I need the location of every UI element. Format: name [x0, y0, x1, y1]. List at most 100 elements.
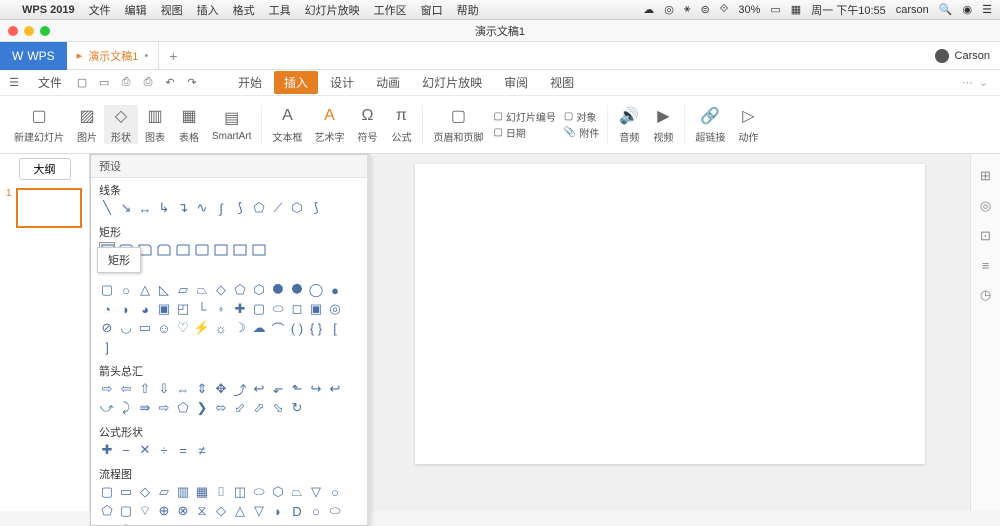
- shape-snip-round[interactable]: [175, 242, 191, 258]
- shape-arrow-circular[interactable]: ↻: [289, 400, 305, 416]
- shape-fc-summing[interactable]: ⊕: [156, 503, 172, 519]
- shape-arrow-callout-l[interactable]: ⬃: [232, 400, 248, 416]
- menu-edit[interactable]: 编辑: [125, 2, 147, 18]
- shape-fc-prep[interactable]: ⬡: [270, 484, 286, 500]
- tab-insert[interactable]: 插入: [274, 71, 318, 94]
- shape-fc-tape[interactable]: ⌔: [137, 503, 153, 519]
- shape-arrow-d[interactable]: ⇩: [156, 381, 172, 397]
- attachment-button[interactable]: 📎附件: [564, 125, 599, 140]
- chart-button[interactable]: ▥图表: [138, 105, 172, 144]
- shape-fc-or[interactable]: ⊗: [175, 503, 191, 519]
- shape-teardrop[interactable]: ◕: [137, 301, 153, 317]
- shape-fc-stored[interactable]: ◗: [270, 503, 286, 519]
- menu-insert[interactable]: 插入: [197, 2, 219, 18]
- video-button[interactable]: ▶视频: [646, 105, 680, 144]
- menu-help[interactable]: 帮助: [457, 2, 479, 18]
- shape-frame[interactable]: ▣: [156, 301, 172, 317]
- shape-lshape[interactable]: └: [194, 301, 210, 317]
- shape-hexagon[interactable]: ⬡: [251, 282, 267, 298]
- shape-arrow-quad[interactable]: ✥: [213, 381, 229, 397]
- shape-scribble[interactable]: ⟆: [308, 200, 324, 216]
- shape-arrow-lup[interactable]: ⬐: [270, 381, 286, 397]
- tab-design[interactable]: 设计: [320, 71, 364, 94]
- shape-snip2-rect[interactable]: [156, 242, 172, 258]
- wifi-icon[interactable]: ⊜: [700, 3, 709, 16]
- shape-text[interactable]: ▢: [99, 282, 115, 298]
- shape-triangle[interactable]: △: [137, 282, 153, 298]
- shape-nosymbol[interactable]: ⊘: [99, 320, 115, 336]
- shape-arrow-striped[interactable]: ⇛: [137, 400, 153, 416]
- shape-donut[interactable]: ◎: [327, 301, 343, 317]
- clock[interactable]: 周一 下午10:55: [811, 2, 886, 18]
- tab-animation[interactable]: 动画: [366, 71, 410, 94]
- shape-heart[interactable]: ♡: [175, 320, 191, 336]
- wps-home-button[interactable]: WWPS: [0, 42, 67, 70]
- shape-equal[interactable]: =: [175, 442, 191, 458]
- shape-chord[interactable]: ◗: [118, 301, 134, 317]
- shape-line-arrow[interactable]: ↘: [118, 200, 134, 216]
- save-icon[interactable]: ⎙: [118, 75, 134, 91]
- shape-elbow-arrow[interactable]: ↴: [175, 200, 191, 216]
- audio-button[interactable]: 🔊音频: [612, 105, 646, 144]
- menu-window[interactable]: 窗口: [421, 2, 443, 18]
- shape-curve[interactable]: ∿: [194, 200, 210, 216]
- maximize-icon[interactable]: [40, 26, 50, 36]
- wordart-button[interactable]: A艺术字: [308, 105, 350, 144]
- menu-icon[interactable]: ☰: [982, 3, 992, 16]
- chevron-down-icon[interactable]: ⌄: [979, 76, 988, 89]
- shape-arrow-curved-r[interactable]: ↪: [308, 381, 324, 397]
- shape-fc-card[interactable]: ▢: [118, 503, 134, 519]
- shape-fc-offpage[interactable]: ⬠: [99, 503, 115, 519]
- shape-fc-magnetic[interactable]: ⬭: [327, 503, 343, 519]
- shape-button[interactable]: ◇形状: [104, 105, 138, 144]
- shape-arrow-callout-d[interactable]: ⬂: [270, 400, 286, 416]
- shape-arrow-bentup[interactable]: ⬑: [289, 381, 305, 397]
- menu-workspace[interactable]: 工作区: [374, 2, 407, 18]
- slide[interactable]: [415, 164, 925, 464]
- wechat-icon[interactable]: ☁: [643, 3, 654, 16]
- shape-round-diag[interactable]: [232, 242, 248, 258]
- shape-curve3[interactable]: ⟆: [232, 200, 248, 216]
- shape-elbow[interactable]: ↳: [156, 200, 172, 216]
- menu-view[interactable]: 视图: [161, 2, 183, 18]
- shape-folded[interactable]: ▭: [137, 320, 153, 336]
- shape-cube[interactable]: ◻: [289, 301, 305, 317]
- undo-icon[interactable]: ↶: [162, 75, 178, 91]
- shape-round-same[interactable]: [213, 242, 229, 258]
- minimize-icon[interactable]: [24, 26, 34, 36]
- tab-review[interactable]: 审阅: [494, 71, 538, 94]
- user-name[interactable]: carson: [896, 4, 929, 16]
- doc-tab[interactable]: ▸ 演示文稿1 •: [67, 42, 160, 70]
- shape-fc-extract[interactable]: △: [232, 503, 248, 519]
- more-icon[interactable]: ⋯: [962, 76, 973, 89]
- shape-rtriangle[interactable]: ◺: [156, 282, 172, 298]
- add-tab-button[interactable]: +: [159, 48, 187, 64]
- shape-cloud[interactable]: ☁: [251, 320, 267, 336]
- shape-fc-data[interactable]: ▱: [156, 484, 172, 500]
- formula-button[interactable]: π公式: [384, 105, 418, 144]
- shape-freeform2[interactable]: ⟋: [270, 200, 286, 216]
- shape-arc[interactable]: ⌒: [270, 320, 286, 336]
- shape-fc-internal[interactable]: ▦: [194, 484, 210, 500]
- textbox-button[interactable]: A文本框: [266, 105, 308, 144]
- shape-plus-sign[interactable]: ✚: [99, 442, 115, 458]
- object-button[interactable]: ▢对象: [564, 109, 599, 124]
- shape-arrow-curved-d[interactable]: ⤸: [118, 400, 134, 416]
- close-icon[interactable]: [8, 26, 18, 36]
- shape-fc-direct[interactable]: ⬬: [99, 522, 115, 526]
- shape-arrow-r[interactable]: ⇨: [99, 381, 115, 397]
- shape-plus[interactable]: ✚: [232, 301, 248, 317]
- shape-arrow-curved-l[interactable]: ↩: [327, 381, 343, 397]
- shape-round-single[interactable]: [194, 242, 210, 258]
- shape-arrow-callout-u[interactable]: ⬀: [251, 400, 267, 416]
- shape-smiley[interactable]: ☺: [156, 320, 172, 336]
- shape-rect9[interactable]: [251, 242, 267, 258]
- menu-file[interactable]: 文件: [89, 2, 111, 18]
- menu-slideshow[interactable]: 幻灯片放映: [305, 2, 360, 18]
- shape-fc-merge[interactable]: ▽: [251, 503, 267, 519]
- symbol-button[interactable]: Ω符号: [350, 105, 384, 144]
- print-icon[interactable]: ⎙: [140, 75, 156, 91]
- shape-pentagon[interactable]: ⬠: [232, 282, 248, 298]
- battery-icon[interactable]: ▭: [770, 3, 780, 16]
- tab-view[interactable]: 视图: [540, 71, 584, 94]
